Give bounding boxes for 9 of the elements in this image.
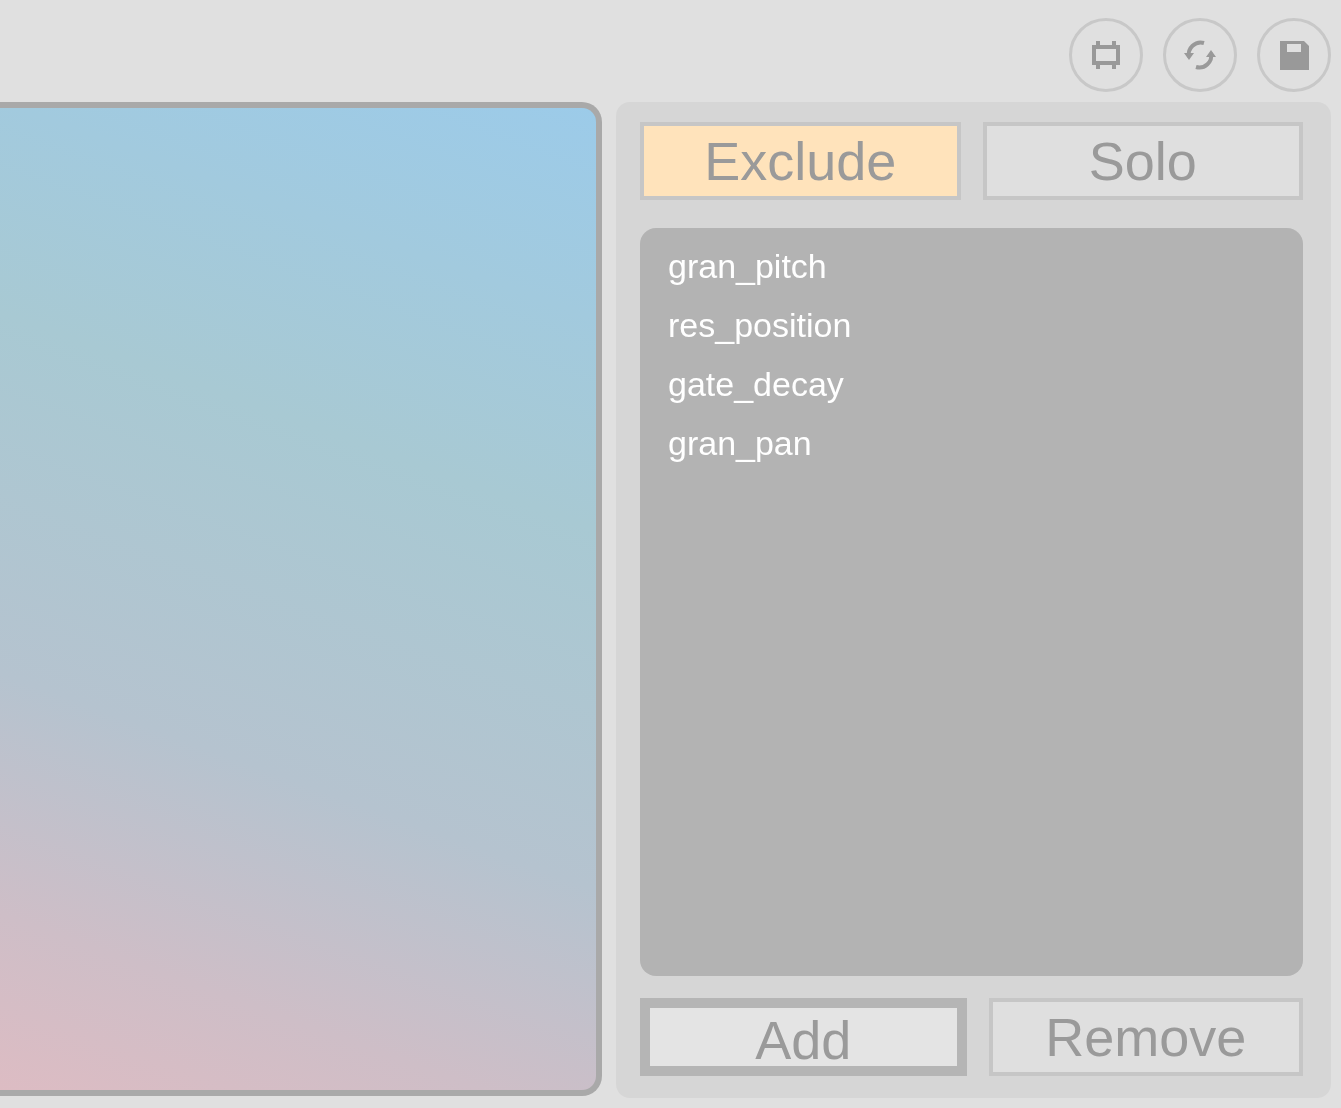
add-button[interactable]: Add [640,998,967,1076]
list-item[interactable]: res_position [668,307,1275,344]
mode-tab[interactable]: Solo [982,122,1303,200]
list-item[interactable]: gate_decay [668,366,1275,403]
remove-button[interactable]: Remove [988,998,1303,1076]
gradient-pad[interactable] [0,102,602,1096]
list-item[interactable]: gran_pitch [668,248,1275,285]
mode-tab[interactable]: Exclude [640,122,961,200]
list-item[interactable]: gran_pan [668,425,1275,462]
